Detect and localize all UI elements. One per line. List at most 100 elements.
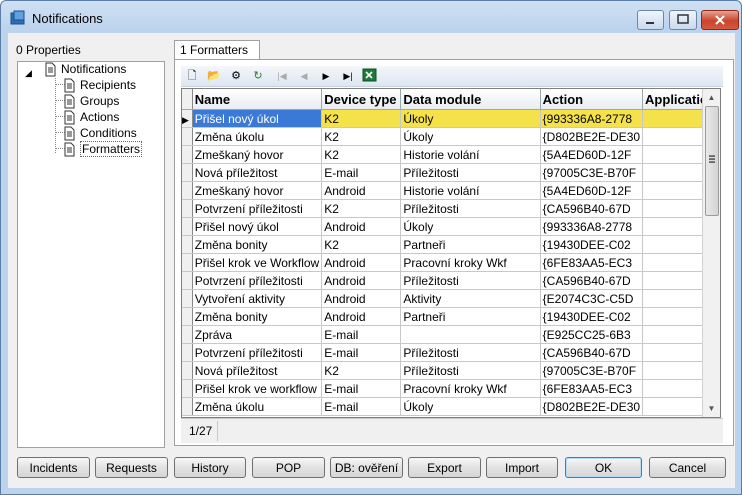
- delete-icon[interactable]: ⚙: [227, 67, 245, 85]
- cell-action[interactable]: {D802BE2E-DE30: [540, 397, 644, 416]
- minimize-button[interactable]: [637, 10, 664, 30]
- cell-device-type[interactable]: Android: [321, 289, 402, 308]
- vertical-scrollbar[interactable]: ▲ ▬ ▬ ▬ ▼: [702, 89, 720, 417]
- cell-action[interactable]: {19430DEE-C02: [540, 307, 644, 326]
- cell-action[interactable]: {19430DEE-C02: [540, 235, 644, 254]
- open-icon[interactable]: 📂: [205, 67, 223, 85]
- cell-data-module[interactable]: Příležitosti: [400, 361, 541, 380]
- column-header-action[interactable]: Action: [540, 89, 644, 110]
- cell-name[interactable]: Přišel nový úkol: [192, 217, 323, 236]
- cell-data-module[interactable]: Partneři: [400, 307, 541, 326]
- table-row[interactable]: Změna úkolu E-mail Úkoly {D802BE2E-DE30: [182, 397, 720, 416]
- table-row[interactable]: Potvrzení příležitosti Android Příležitost…: [182, 271, 720, 290]
- import-button[interactable]: Import: [486, 457, 558, 478]
- table-row[interactable]: Zmeškaný hovor K2 Historie volání {5A4ED60D…: [182, 145, 720, 164]
- refresh-icon[interactable]: ↻: [249, 67, 267, 85]
- cell-action[interactable]: {E925CC25-6B3: [540, 325, 644, 344]
- cell-name[interactable]: Přišel krok ve workflow: [192, 379, 323, 398]
- prev-icon[interactable]: ◀: [295, 67, 313, 85]
- cell-action[interactable]: {CA596B40-67D: [540, 199, 644, 218]
- cell-data-module[interactable]: [400, 325, 541, 344]
- cell-data-module[interactable]: Aktivity: [400, 289, 541, 308]
- table-row[interactable]: Nová příležitost K2 Příležitosti {97005C3E-…: [182, 361, 720, 380]
- cell-name[interactable]: Potvrzení příležitosti: [192, 199, 323, 218]
- tree-item-formatters[interactable]: Formatters: [62, 141, 143, 157]
- export-button[interactable]: Export: [408, 457, 481, 478]
- cell-name[interactable]: Zpráva: [192, 325, 323, 344]
- title-bar[interactable]: Notifications: [1, 1, 741, 33]
- cell-device-type[interactable]: E-mail: [321, 397, 402, 416]
- collapse-icon[interactable]: ◢: [25, 68, 32, 79]
- column-header-data-module[interactable]: Data module: [400, 89, 541, 110]
- cell-data-module[interactable]: Pracovní kroky Wkf: [400, 253, 541, 272]
- history-button[interactable]: History: [174, 457, 246, 478]
- cell-action[interactable]: {CA596B40-67D: [540, 271, 644, 290]
- column-header-name[interactable]: Name: [192, 89, 323, 110]
- table-row[interactable]: Změna bonity K2 Partneři {19430DEE-C02: [182, 235, 720, 254]
- tree-item-groups[interactable]: Groups: [62, 94, 119, 109]
- cell-action[interactable]: {D802BE2E-DE30: [540, 127, 644, 146]
- cell-action[interactable]: {CA596B40-67D: [540, 343, 644, 362]
- cell-action[interactable]: {993336A8-2778: [540, 109, 644, 128]
- table-row[interactable]: Přišel krok ve workflow E-mail Pracovní kr…: [182, 379, 720, 398]
- tab-formatters[interactable]: 1 Formatters: [174, 40, 260, 59]
- new-icon[interactable]: 🗋: [183, 67, 201, 85]
- table-row[interactable]: Potvrzení příležitosti K2 Příležitosti {CA5…: [182, 199, 720, 218]
- cell-data-module[interactable]: Příležitosti: [400, 163, 541, 182]
- scroll-down-icon[interactable]: ▼: [703, 400, 720, 417]
- last-icon[interactable]: ▶|: [339, 67, 357, 85]
- table-row[interactable]: Zmeškaný hovor Android Historie volání {5A4…: [182, 181, 720, 200]
- cell-data-module[interactable]: Úkoly: [400, 127, 541, 146]
- table-row[interactable]: Přišel nový úkol Android Úkoly {993336A8-27…: [182, 217, 720, 236]
- cell-name[interactable]: Přišel nový úkol: [192, 109, 323, 128]
- cell-device-type[interactable]: E-mail: [321, 325, 402, 344]
- cell-data-module[interactable]: Úkoly: [400, 397, 541, 416]
- cell-name[interactable]: Změna úkolu: [192, 397, 323, 416]
- cell-data-module[interactable]: Historie volání: [400, 145, 541, 164]
- tree-item-recipients[interactable]: Recipients: [62, 78, 136, 93]
- cell-device-type[interactable]: K2: [321, 127, 402, 146]
- cell-name[interactable]: Nová příležitost: [192, 163, 323, 182]
- first-icon[interactable]: |◀: [273, 67, 291, 85]
- cell-data-module[interactable]: Příležitosti: [400, 343, 541, 362]
- cell-name[interactable]: Přišel krok ve Workflow: [192, 253, 323, 272]
- incidents-button[interactable]: Incidents: [17, 457, 90, 478]
- formatters-grid[interactable]: Name Device type Data module Action Appl…: [181, 88, 721, 418]
- cell-device-type[interactable]: K2: [321, 199, 402, 218]
- cell-device-type[interactable]: K2: [321, 361, 402, 380]
- cell-data-module[interactable]: Úkoly: [400, 217, 541, 236]
- cell-data-module[interactable]: Příležitosti: [400, 199, 541, 218]
- cell-name[interactable]: Změna bonity: [192, 235, 323, 254]
- cell-name[interactable]: Vytvoření aktivity: [192, 289, 323, 308]
- cell-name[interactable]: Potvrzení příležitosti: [192, 271, 323, 290]
- cell-action[interactable]: {993336A8-2778: [540, 217, 644, 236]
- cell-device-type[interactable]: Android: [321, 253, 402, 272]
- cell-device-type[interactable]: Android: [321, 307, 402, 326]
- cell-action[interactable]: {5A4ED60D-12F: [540, 145, 644, 164]
- pop-button[interactable]: POP: [252, 457, 325, 478]
- column-header-device-type[interactable]: Device type: [321, 89, 402, 110]
- cell-device-type[interactable]: K2: [321, 109, 402, 128]
- cell-data-module[interactable]: Partneři: [400, 235, 541, 254]
- table-row[interactable]: Potvrzení příležitosti E-mail Příležitosti…: [182, 343, 720, 362]
- excel-icon[interactable]: [361, 67, 379, 85]
- cell-device-type[interactable]: Android: [321, 181, 402, 200]
- scroll-up-icon[interactable]: ▲: [703, 89, 720, 106]
- cell-name[interactable]: Potvrzení příležitosti: [192, 343, 323, 362]
- table-row[interactable]: Zpráva E-mail {E925CC25-6B3: [182, 325, 720, 344]
- cell-data-module[interactable]: Historie volání: [400, 181, 541, 200]
- next-icon[interactable]: ▶: [317, 67, 335, 85]
- cell-data-module[interactable]: Pracovní kroky Wkf: [400, 379, 541, 398]
- tree-item-conditions[interactable]: Conditions: [62, 126, 137, 141]
- cell-device-type[interactable]: Android: [321, 271, 402, 290]
- cell-action[interactable]: {97005C3E-B70F: [540, 163, 644, 182]
- cell-device-type[interactable]: Android: [321, 217, 402, 236]
- cell-action[interactable]: {6FE83AA5-EC3: [540, 379, 644, 398]
- scroll-thumb[interactable]: ▬ ▬ ▬: [705, 106, 719, 216]
- cell-name[interactable]: Změna úkolu: [192, 127, 323, 146]
- cell-data-module[interactable]: Úkoly: [400, 109, 541, 128]
- cancel-button[interactable]: Cancel: [649, 457, 726, 478]
- table-row[interactable]: Změna úkolu K2 Úkoly {D802BE2E-DE30: [182, 127, 720, 146]
- cell-action[interactable]: {97005C3E-B70F: [540, 361, 644, 380]
- cell-name[interactable]: Zmeškaný hovor: [192, 181, 323, 200]
